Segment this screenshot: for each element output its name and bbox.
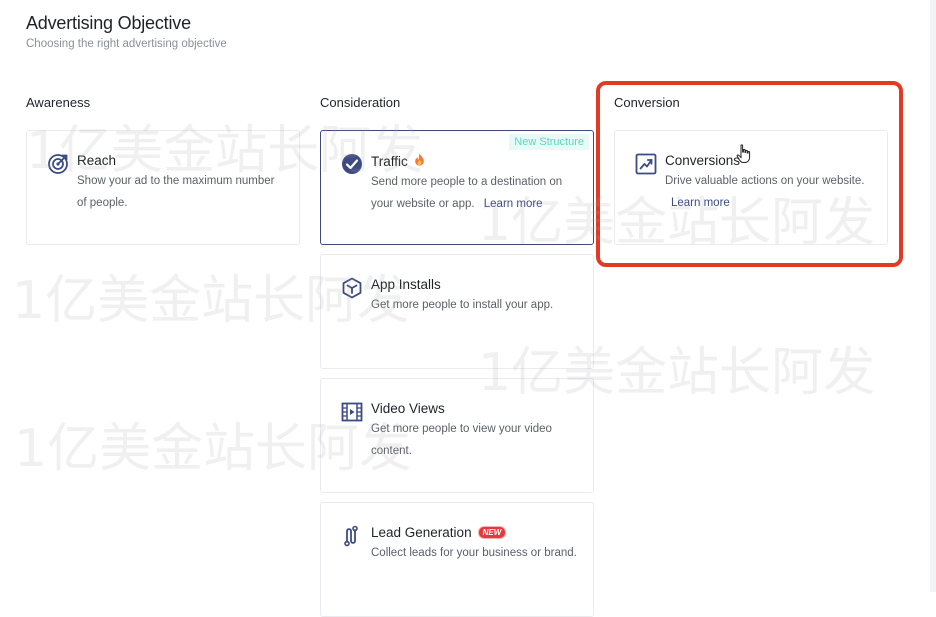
column-title-consideration: Consideration (320, 95, 401, 110)
check-circle-icon (341, 153, 363, 175)
new-structure-badge: New Structure (509, 134, 589, 150)
card-description: Drive valuable actions on your website. (665, 175, 865, 187)
objective-card-reach[interactable]: Reach Show your ad to the maximum number… (26, 130, 300, 245)
learn-more-link[interactable]: Learn more (671, 197, 730, 209)
page-title: Advertising Objective (26, 13, 191, 33)
objective-card-lead-generation[interactable]: Lead Generation NEW Collect leads for yo… (320, 502, 594, 617)
card-name: Traffic (371, 153, 408, 169)
column-title-conversion: Conversion (614, 95, 680, 110)
column-title-awareness: Awareness (26, 95, 91, 110)
new-badge: NEW (477, 526, 507, 539)
cube-icon (341, 277, 363, 299)
card-description: Get more people to view your video conte… (371, 423, 552, 457)
card-name: App Installs (371, 277, 441, 292)
objective-card-app-installs[interactable]: App Installs Get more people to install … (320, 254, 594, 369)
card-name: Conversions (665, 153, 741, 168)
card-description: Get more people to install your app. (371, 299, 554, 311)
scrollbar-track[interactable] (930, 0, 936, 592)
target-icon (47, 153, 69, 175)
card-name: Video Views (371, 401, 445, 416)
hand-cursor-icon (736, 144, 752, 164)
fire-icon (414, 153, 425, 169)
page-subtitle: Choosing the right advertising objective (26, 38, 227, 50)
objective-card-video-views[interactable]: Video Views Get more people to view your… (320, 378, 594, 493)
card-description: Show your ad to the maximum number of pe… (77, 175, 275, 209)
card-description: Collect leads for your business or brand… (371, 547, 577, 559)
objective-card-traffic[interactable]: New Structure Traffic Send more people t… (320, 130, 594, 245)
lead-icon (341, 525, 363, 547)
learn-more-link[interactable]: Learn more (484, 198, 543, 210)
card-name: Reach (77, 153, 117, 168)
card-name: Lead Generation (371, 525, 472, 540)
video-icon (341, 401, 363, 423)
trend-up-icon (635, 153, 657, 175)
page-header: Advertising Objective Choosing the right… (26, 13, 227, 50)
